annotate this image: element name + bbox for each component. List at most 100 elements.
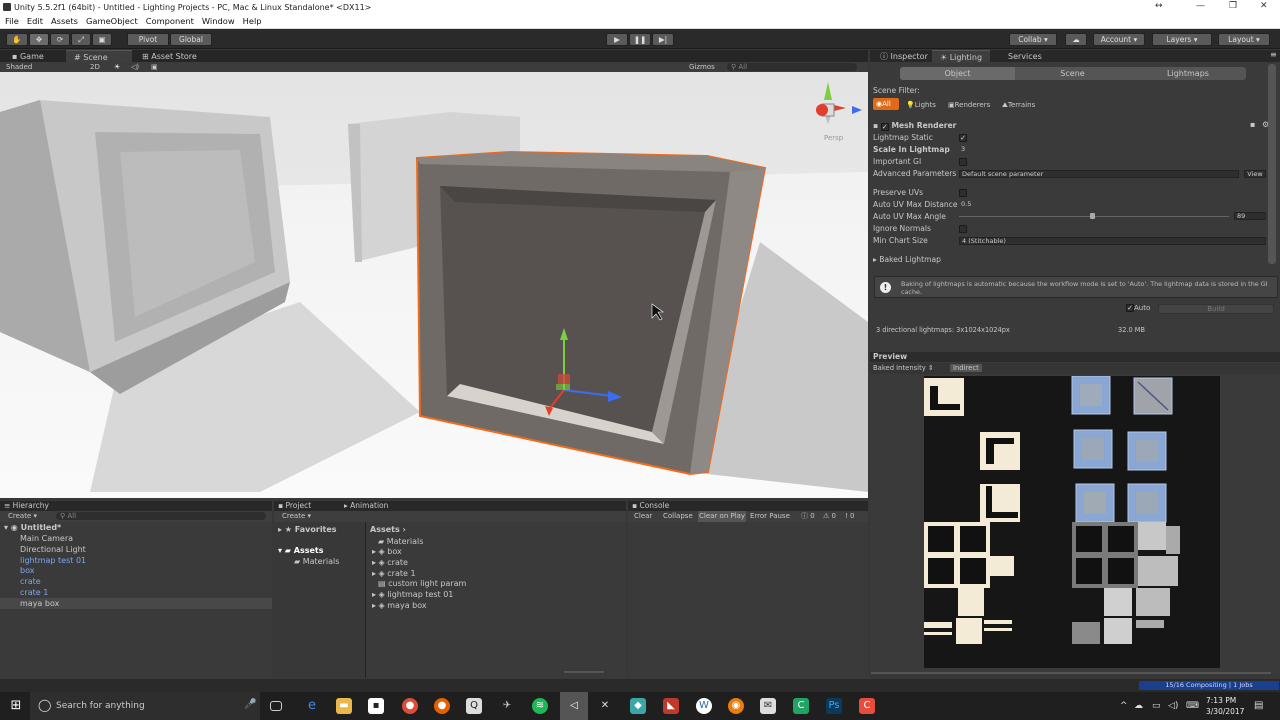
console-warning-count[interactable]: ⚠ 0 <box>823 511 836 522</box>
hierarchy-item-box[interactable]: box <box>20 566 34 575</box>
tab-inspector[interactable]: ⓘ Inspector <box>872 50 936 63</box>
blender-icon[interactable]: ◉ <box>728 698 744 714</box>
auto-uv-max-distance-field[interactable]: 0.5 <box>959 201 1265 209</box>
photoshop-icon[interactable]: Ps <box>826 698 842 714</box>
filter-terrains-button[interactable]: ⛰Terrains <box>1002 101 1035 110</box>
layout-dropdown[interactable]: Layout ▾ <box>1218 33 1270 46</box>
task-view-icon[interactable] <box>270 701 282 711</box>
menu-window[interactable]: Window <box>202 16 235 26</box>
hand-tool-icon[interactable]: ✋ <box>6 33 28 46</box>
menu-gameobject[interactable]: GameObject <box>86 16 138 26</box>
cloud-icon[interactable]: ☁ <box>1065 33 1087 46</box>
app-q-icon[interactable]: Q <box>466 698 482 714</box>
pivot-toggle[interactable]: Pivot <box>127 33 169 46</box>
hierarchy-item-maya-box[interactable]: maya box <box>20 599 59 608</box>
lighting-toggle-icon[interactable]: ☀ <box>114 62 120 72</box>
filter-all-button[interactable]: ◉All <box>873 98 899 110</box>
console-clear-button[interactable]: Clear <box>634 511 652 522</box>
menu-component[interactable]: Component <box>146 16 194 26</box>
asset-item[interactable]: ▰ Materials <box>378 537 423 546</box>
pause-button[interactable]: ❚❚ <box>629 33 651 46</box>
menu-file[interactable]: File <box>5 16 19 26</box>
tray-volume-icon[interactable]: ◁) <box>1168 701 1178 711</box>
hierarchy-item-main-camera[interactable]: Main Camera <box>20 534 73 543</box>
shading-mode-dropdown[interactable]: Shaded <box>6 62 32 72</box>
mode-2d-toggle[interactable]: 2D <box>90 62 100 72</box>
effects-toggle-icon[interactable]: ▣ <box>151 62 158 72</box>
inspector-scrollbar[interactable] <box>1268 64 1276 264</box>
app-tool-icon[interactable]: ✕ <box>597 698 613 714</box>
advanced-parameters-dropdown[interactable]: Default scene parameter <box>959 170 1239 178</box>
help-icon[interactable]: ▪ <box>1250 120 1255 129</box>
edge-icon[interactable]: e <box>304 698 320 714</box>
close-icon[interactable]: ✕ <box>1260 1 1268 11</box>
filter-renderers-button[interactable]: ▣Renderers <box>948 101 990 109</box>
layers-dropdown[interactable]: Layers ▾ <box>1152 33 1212 46</box>
tray-cloud-icon[interactable]: ☁ <box>1134 701 1143 711</box>
store-icon[interactable]: ▪ <box>368 698 384 714</box>
lightmap-static-checkbox[interactable]: ✓ <box>959 134 967 142</box>
filter-lights-button[interactable]: 💡Lights <box>906 101 936 109</box>
lighting-progress-status[interactable]: 15/16 Compositing | 1 Jobs <box>1139 681 1279 690</box>
scale-in-lightmap-field[interactable]: 3 <box>959 146 1265 154</box>
auto-uv-max-angle-field[interactable]: 89 <box>1234 212 1266 220</box>
notifications-icon[interactable]: ▤ <box>1254 700 1263 711</box>
scene-viewport[interactable]: Persp <box>0 72 868 498</box>
favorites-item[interactable]: ▸ ★ Favorites <box>278 525 337 534</box>
tray-network-icon[interactable]: ▭ <box>1152 701 1161 711</box>
lightmap-preview[interactable] <box>924 375 1220 668</box>
play-button[interactable]: ▶ <box>606 33 628 46</box>
subtab-lightmaps[interactable]: Lightmaps <box>1130 67 1246 80</box>
taskbar-search-box[interactable]: ◯ Search for anything 🎤 <box>30 692 260 720</box>
app-red-icon[interactable]: ◣ <box>663 698 679 714</box>
subtab-scene[interactable]: Scene <box>1015 67 1130 80</box>
hierarchy-search-input[interactable]: ⚲ All <box>56 512 266 520</box>
ignore-normals-checkbox[interactable] <box>959 225 967 233</box>
project-breadcrumb[interactable]: Assets › <box>370 525 406 534</box>
menu-assets[interactable]: Assets <box>51 16 78 26</box>
baked-intensity-dropdown[interactable]: Baked Intensity ⇕ <box>873 364 934 372</box>
hierarchy-item-directional-light[interactable]: Directional Light <box>20 545 86 554</box>
file-explorer-icon[interactable]: ▬ <box>336 698 352 714</box>
hierarchy-item-crate[interactable]: crate <box>20 577 41 586</box>
clock-date[interactable]: 3/30/2017 <box>1206 707 1244 716</box>
tab-lighting[interactable]: ☀ Lighting <box>932 50 991 63</box>
materials-folder[interactable]: ▰ Materials <box>294 557 339 566</box>
firefox-icon[interactable]: ● <box>434 698 450 714</box>
view-button[interactable]: View <box>1244 170 1266 178</box>
windows-start-icon[interactable]: ⊞ <box>8 698 24 714</box>
spotify-icon[interactable]: ≋ <box>532 698 548 714</box>
minimize-icon[interactable]: — <box>1196 1 1205 11</box>
console-clear-on-play-toggle[interactable]: Clear on Play <box>698 511 747 522</box>
panel-menu-icon[interactable]: ≡ <box>1270 50 1277 59</box>
maximize-icon[interactable]: ❐ <box>1229 1 1237 11</box>
rect-tool-icon[interactable]: ▣ <box>92 33 112 46</box>
step-button[interactable]: ▶| <box>652 33 674 46</box>
tray-keyboard-icon[interactable]: ⌨ <box>1186 701 1199 711</box>
hierarchy-create-dropdown[interactable]: Create ▾ <box>8 511 37 522</box>
app-w-icon[interactable]: W <box>696 698 712 714</box>
min-chart-size-dropdown[interactable]: 4 (Stitchable) <box>959 237 1266 245</box>
console-collapse-button[interactable]: Collapse <box>663 511 693 522</box>
tab-services[interactable]: Services <box>1000 50 1050 63</box>
scale-tool-icon[interactable]: ⤢ <box>71 33 91 46</box>
console-info-count[interactable]: ⓘ 0 <box>801 511 815 522</box>
mesh-renderer-header[interactable]: ▪ ✓ Mesh Renderer <box>873 121 956 131</box>
project-create-dropdown[interactable]: Create ▾ <box>282 511 311 522</box>
asset-item[interactable]: ▸ ◈ crate 1 <box>372 569 416 578</box>
unity-taskbar-item[interactable]: ◁ <box>560 692 588 720</box>
asset-item[interactable]: ▸ ◈ box <box>372 547 402 556</box>
hierarchy-item-crate-1[interactable]: crate 1 <box>20 588 48 597</box>
selected-crate[interactable] <box>415 150 767 476</box>
asset-item[interactable]: ▸ ◈ lightmap test 01 <box>372 590 453 599</box>
hierarchy-tab[interactable]: ≡ Hierarchy <box>0 501 49 510</box>
move-tool-icon[interactable]: ✥ <box>29 33 49 46</box>
auto-checkbox[interactable]: ✓ <box>1126 304 1134 312</box>
menu-edit[interactable]: Edit <box>27 16 43 26</box>
audio-toggle-icon[interactable]: ◁) <box>131 62 139 72</box>
microphone-icon[interactable]: 🎤 <box>244 699 256 710</box>
preserve-uvs-checkbox[interactable] <box>959 189 967 197</box>
hierarchy-item-lightmap-test[interactable]: lightmap test 01 <box>20 556 86 565</box>
app-c-red-icon[interactable]: C <box>859 698 875 714</box>
app-green-icon[interactable]: C <box>793 698 809 714</box>
